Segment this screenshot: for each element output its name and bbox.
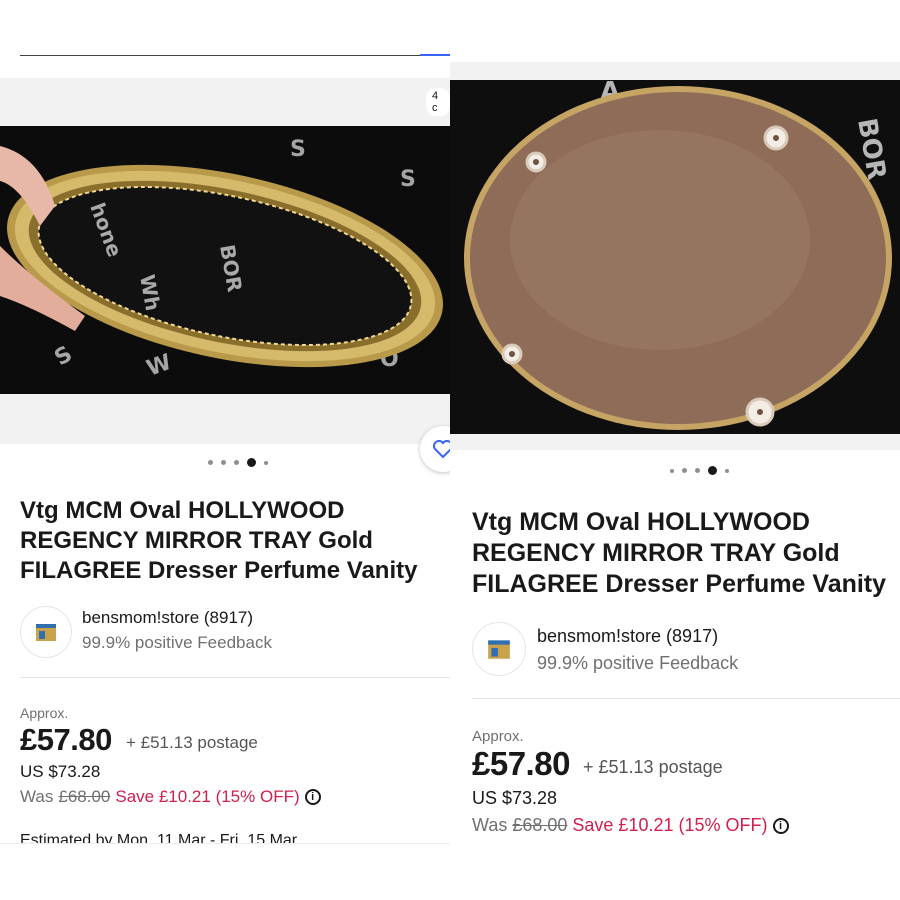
seller-avatar[interactable]	[472, 622, 526, 676]
mirror-tray-front-image: S W S S O BOR Wh hone	[0, 126, 450, 394]
mirror-tray-back-image: BOR A	[450, 80, 900, 434]
carousel-dot[interactable]	[695, 468, 700, 473]
svg-text:S: S	[400, 167, 416, 192]
carousel-dot[interactable]	[264, 460, 268, 465]
price: £57.80	[472, 745, 570, 782]
was-price: £68.00	[512, 815, 568, 835]
carousel-dot-active[interactable]	[247, 458, 256, 467]
title-line: Vtg MCM Oval HOLLYWOOD	[472, 508, 810, 536]
seller-store-icon	[36, 624, 56, 641]
was-price: £68.00	[58, 787, 111, 806]
delivery-estimate: Estimated by Mon, 11 Mar - Fri, 15 Mar	[20, 832, 298, 843]
seller-store-icon	[488, 640, 510, 659]
price: £57.80	[20, 722, 112, 757]
seller-name[interactable]: bensmom!store (8917)	[537, 626, 718, 647]
approx-label: Approx.	[472, 728, 524, 745]
carousel-dot[interactable]	[221, 460, 226, 465]
carousel-dot[interactable]	[208, 460, 213, 465]
info-icon[interactable]: i	[772, 817, 789, 834]
carousel-dot[interactable]	[670, 468, 674, 473]
divider	[472, 698, 900, 699]
discount-row: Was £68.00 Save £10.21 (15% OFF) i	[472, 815, 789, 836]
title-line: REGENCY MIRROR TRAY Gold	[20, 526, 373, 554]
image-carousel[interactable]: 4 c S W S S O BOR Wh hone	[0, 78, 450, 444]
save-amount: Save £10.21 (15% OFF)	[115, 787, 300, 806]
carousel-dot-active[interactable]	[708, 466, 717, 475]
carousel-dots[interactable]	[670, 466, 729, 475]
carousel-dot[interactable]	[234, 460, 239, 465]
title-line: FILAGREE Dresser Perfume Vanity	[20, 556, 418, 584]
divider	[20, 677, 450, 678]
product-photo[interactable]: S W S S O BOR Wh hone	[0, 126, 450, 394]
was-label: Was	[472, 815, 508, 835]
carousel-dot[interactable]	[682, 468, 687, 473]
right-screenshot: BOR A Vtg MCM Oval HOLLYWOOD REGENCY MIR…	[450, 0, 900, 900]
search-bar-accent	[420, 54, 450, 56]
title-line: FILAGREE Dresser Perfume Vanity	[472, 570, 887, 598]
listing-title: Vtg MCM Oval HOLLYWOOD REGENCY MIRROR TR…	[472, 507, 886, 600]
usd-price: US $73.28	[20, 762, 101, 781]
title-line: Vtg MCM Oval HOLLYWOOD	[20, 497, 345, 524]
was-label: Was	[20, 787, 54, 806]
heart-icon	[433, 440, 450, 459]
usd-price: US $73.28	[472, 788, 558, 808]
product-photo[interactable]: BOR A	[450, 80, 900, 434]
approx-label: Approx.	[20, 705, 69, 721]
postage-cost: + £51.13 postage	[126, 733, 258, 752]
left-screenshot: 4 c S W S S O BOR Wh hone Vtg MCM Oval H…	[0, 0, 450, 900]
search-bar-underline	[20, 55, 420, 56]
carousel-dots[interactable]	[208, 458, 268, 467]
listing-title: Vtg MCM Oval HOLLYWOOD REGENCY MIRROR TR…	[20, 496, 417, 585]
image-counter: 4 c	[426, 88, 450, 116]
info-icon[interactable]: i	[304, 789, 321, 805]
seller-feedback: 99.9% positive Feedback	[82, 633, 272, 652]
title-line: REGENCY MIRROR TRAY Gold	[472, 539, 840, 567]
seller-avatar[interactable]	[20, 606, 72, 658]
carousel-dot[interactable]	[725, 468, 729, 473]
seller-feedback: 99.9% positive Feedback	[537, 653, 739, 673]
discount-row: Was £68.00 Save £10.21 (15% OFF) i	[20, 787, 321, 807]
save-amount: Save £10.21 (15% OFF)	[572, 815, 768, 835]
svg-text:S: S	[290, 137, 306, 162]
bottom-divider	[0, 843, 450, 844]
image-carousel[interactable]: BOR A	[450, 62, 900, 450]
seller-name[interactable]: bensmom!store (8917)	[82, 608, 253, 628]
postage-cost: + £51.13 postage	[583, 757, 723, 777]
